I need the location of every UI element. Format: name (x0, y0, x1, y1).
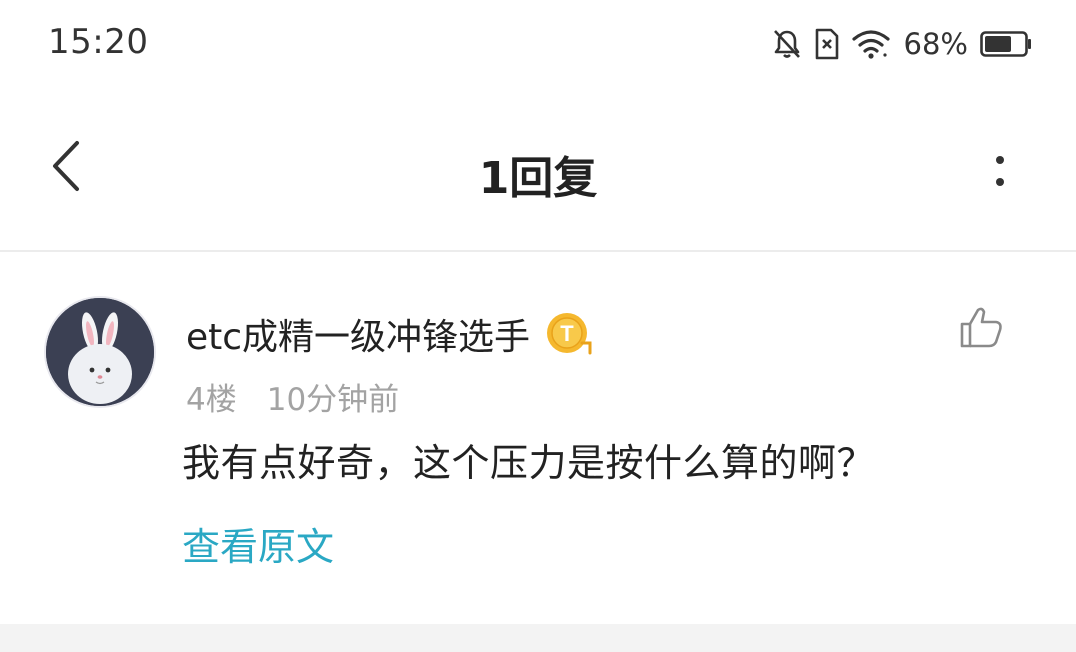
battery-icon (980, 31, 1032, 57)
thumbs-up-icon (958, 307, 1006, 356)
status-time: 15:20 (48, 22, 149, 62)
more-button[interactable] (980, 146, 1020, 196)
coin-t-badge-icon: T (544, 309, 594, 359)
battery-percent: 68% (903, 27, 968, 61)
view-original-link[interactable]: 查看原文 (182, 516, 334, 571)
sim-off-icon (814, 28, 840, 60)
status-icons: 68% (772, 24, 1032, 64)
comment-item: etc成精一级冲锋选手 T 4楼 10分钟前 我有点好奇，这个压力是按什么算的啊… (0, 252, 1076, 624)
svg-text:T: T (560, 321, 574, 346)
time-ago: 10分钟前 (266, 382, 400, 418)
header: 1回复 (0, 86, 1076, 250)
floor-number: 4楼 (186, 382, 237, 418)
status-bar: 15:20 68% (0, 0, 1076, 86)
bell-off-icon (772, 28, 802, 60)
username[interactable]: etc成精一级冲锋选手 (186, 308, 530, 360)
page-title: 1回复 (478, 153, 598, 204)
bottom-separator (0, 624, 1076, 652)
comment-text: 我有点好奇，这个压力是按什么算的啊？ (182, 441, 876, 485)
wifi-icon (851, 29, 890, 59)
more-vertical-icon (996, 156, 1004, 186)
avatar[interactable] (46, 298, 154, 406)
like-button[interactable] (958, 304, 1006, 352)
username-row: etc成精一级冲锋选手 T (186, 308, 594, 360)
comment-meta: 4楼 10分钟前 (186, 374, 399, 419)
